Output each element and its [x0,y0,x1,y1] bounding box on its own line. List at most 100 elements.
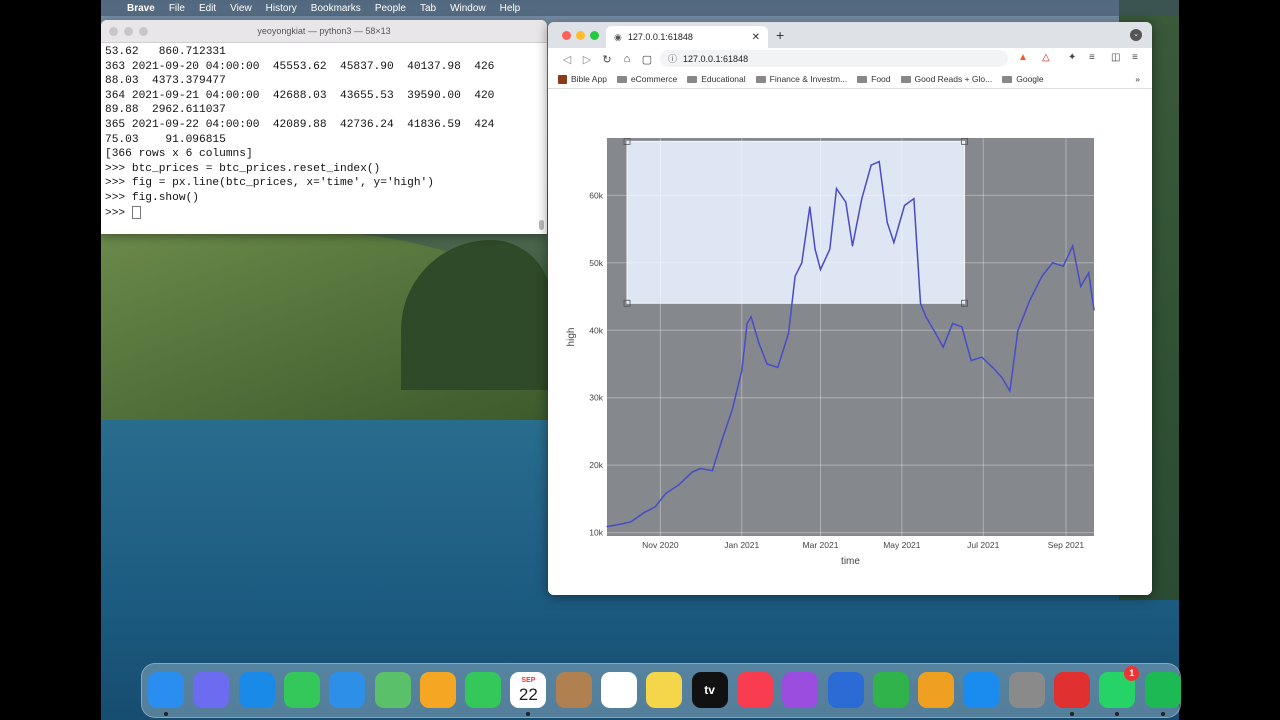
dock-maps-icon[interactable] [374,672,411,708]
dock-system-preferences-icon[interactable] [1008,672,1045,708]
bookmark-bible-app[interactable]: Bible App [558,74,607,84]
dock-keynote-icon[interactable] [827,672,864,708]
dock-podcasts-icon[interactable] [782,672,819,708]
y-tick-label: 60k [589,190,603,200]
address-bar[interactable]: ⓘ 127.0.0.1:61848 [660,50,1008,67]
menu-help[interactable]: Help [500,3,521,14]
terminal-output[interactable]: 53.62 860.712331 363 2021-09-20 04:00:00 … [101,43,547,223]
bookmark-folder-google[interactable]: Google [1002,74,1044,84]
folder-icon [616,75,627,83]
folder-icon [1002,75,1013,83]
notification-badge: 1 [1124,666,1140,681]
data-point [1029,299,1031,301]
bookmark-folder-food[interactable]: Food [857,74,891,84]
x-tick-label: Mar 2021 [803,540,839,550]
dock-spotify-icon[interactable] [1144,672,1181,708]
brave-shields-icon[interactable]: ▲ [1018,52,1028,63]
dock-facetime-icon[interactable] [465,672,502,708]
dock-brave-icon[interactable] [1054,672,1090,708]
menu-bookmarks[interactable]: Bookmarks [311,3,361,14]
terminal-scrollbar[interactable] [539,220,544,230]
terminal-line: [366 rows x 6 columns] [105,148,253,161]
data-point [925,316,927,318]
site-info-icon[interactable]: ⓘ [668,52,677,65]
line-chart[interactable]: 10k 20k 30k 40k 50k 60k Nov 2020 Jan 2021 Mar 20… [548,93,1152,595]
data-point [618,523,620,526]
x-axis-title: time [841,556,860,567]
close-window-button[interactable] [562,31,571,40]
dock-photos-icon[interactable] [419,672,456,708]
dock-numbers-icon[interactable] [872,672,909,708]
dock-reminders-icon[interactable] [601,672,637,708]
bookmark-folder-ecommerce[interactable]: eCommerce [616,74,677,84]
tab-bar: ◉ 127.0.0.1:61848 ✕ + ⌄ [548,22,1152,48]
dock-running-indicator [526,712,531,716]
bookmark-icon[interactable]: ▢ [638,53,656,66]
bookmarks-overflow-icon[interactable]: » [1135,74,1140,84]
reload-icon[interactable]: ↻ [598,53,616,66]
dock-safari-icon[interactable] [238,672,275,708]
data-point [758,343,760,345]
dock-notes-icon[interactable] [646,672,683,708]
dock-calendar-icon[interactable]: SEP 22 [510,672,547,708]
terminal-titlebar[interactable]: yeoyongkiat — python3 — 58×13 [101,20,547,43]
terminal-line: 88.03 4373.379477 [105,75,226,88]
data-point [878,161,880,163]
brave-rewards-icon[interactable]: △ [1042,52,1050,63]
bookmark-folder-educational[interactable]: Educational [687,74,746,84]
dock-mail-icon[interactable] [329,672,366,708]
back-icon[interactable]: ◁ [558,53,576,66]
menu-history[interactable]: History [266,3,297,14]
dock-launchpad-icon[interactable] [193,672,230,708]
dock: SEP 22 tv 1 [141,663,1181,718]
data-point [951,322,954,325]
new-tab-button[interactable]: + [776,27,784,43]
dock-finder-icon[interactable] [148,672,184,708]
data-point [1017,329,1019,331]
data-point [699,467,701,470]
forward-icon[interactable]: ▷ [578,53,596,66]
terminal-line: >>> fig.show() [105,191,199,204]
dock-pages-icon[interactable] [918,672,955,708]
bookmark-folder-finance[interactable]: Finance & Investm... [755,74,848,84]
data-point [991,366,994,368]
minimize-window-button[interactable] [576,31,585,40]
bookmark-label: Finance & Investm... [769,74,848,84]
dock-app-store-icon[interactable] [963,672,1000,708]
close-tab-icon[interactable]: ✕ [752,32,760,43]
menu-tab[interactable]: Tab [420,3,436,14]
data-point [643,511,645,513]
menu-edit[interactable]: Edit [199,3,216,14]
bookmark-label: Bible App [571,74,607,84]
terminal-prompt-line[interactable]: >>> [105,205,543,221]
dock-messages-icon[interactable] [283,672,320,708]
menu-icon[interactable]: ≡ [1132,52,1138,63]
menu-view[interactable]: View [230,3,252,14]
terminal-title: yeoyongkiat — python3 — 58×13 [257,26,391,36]
dock-music-icon[interactable] [736,672,773,708]
dock-contacts-icon[interactable] [555,672,592,708]
terminal-cursor [131,205,141,219]
x-tick-label: Jan 2021 [724,540,759,550]
data-point [870,164,872,166]
data-point [903,204,906,207]
y-tick-label: 40k [589,325,603,335]
terminal-window: yeoyongkiat — python3 — 58×13 53.62 860.… [101,20,547,234]
menu-window[interactable]: Window [450,3,486,14]
tab-search-icon[interactable]: ⌄ [1130,29,1142,41]
data-point [801,262,803,264]
menu-people[interactable]: People [375,3,406,14]
menu-file[interactable]: File [169,3,185,14]
menu-app-name[interactable]: Brave [127,3,155,14]
browser-tab[interactable]: ◉ 127.0.0.1:61848 ✕ [606,26,768,48]
dock-tv-icon[interactable]: tv [691,672,728,708]
home-icon[interactable]: ⌂ [618,53,636,65]
dock-whatsapp-icon[interactable]: 1 [1099,666,1140,708]
terminal-line: 364 2021-09-21 04:00:00 42688.03 43655.5… [105,89,495,102]
sidebar-icon[interactable]: ◫ [1111,52,1120,63]
zoom-window-button[interactable] [590,31,599,40]
extensions-icon[interactable]: ✦ [1068,52,1076,63]
bookmark-folder-good-reads[interactable]: Good Reads + Glo... [900,74,992,84]
reading-list-icon[interactable]: ≡ [1089,52,1095,63]
terminal-line: >>> btc_prices = btc_prices.reset_index(… [105,162,381,175]
